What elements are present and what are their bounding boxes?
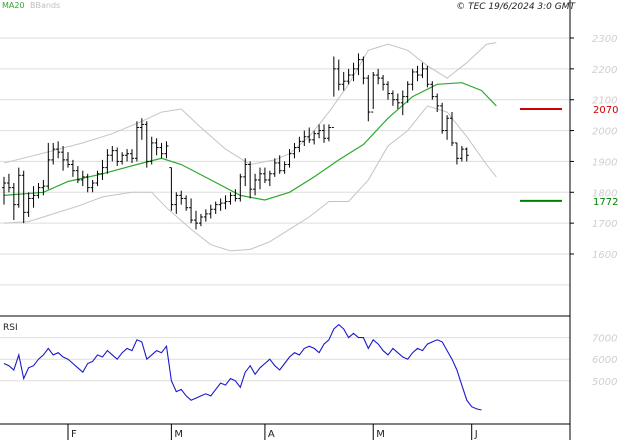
rsi-axis-ticks: 5000 6000 7000 xyxy=(592,334,617,388)
price-tick-label: 2000 xyxy=(592,127,617,138)
stock-chart: 16001700180019002000210022002300 5000600… xyxy=(0,0,627,440)
price-tick-label: 1900 xyxy=(592,157,617,168)
price-tick-label: 1600 xyxy=(592,250,617,261)
rsi-label: RSI xyxy=(3,323,18,333)
rsi-tick-label: 5000 xyxy=(592,377,617,388)
price-tick-label: 2200 xyxy=(592,65,617,76)
price-level-label: 1772 xyxy=(593,197,618,208)
legend-bbands: BBands xyxy=(30,1,60,10)
rsi-tick-label: 6000 xyxy=(592,355,617,366)
chart-background xyxy=(0,0,627,440)
price-level-label: 2070 xyxy=(593,105,618,116)
x-tick-label: F xyxy=(71,429,77,440)
price-tick-label: 2300 xyxy=(592,34,617,45)
legend-ma20: MA20 xyxy=(2,1,25,10)
price-tick-label: 1700 xyxy=(592,219,617,230)
chart-header: © TEC 19/6/2024 3:0 GMT xyxy=(456,2,576,12)
x-tick-label: A xyxy=(268,429,275,440)
rsi-tick-label: 7000 xyxy=(592,334,617,345)
x-tick-label: M xyxy=(376,429,385,440)
x-tick-label: J xyxy=(474,429,478,440)
x-tick-label: M xyxy=(174,429,183,440)
